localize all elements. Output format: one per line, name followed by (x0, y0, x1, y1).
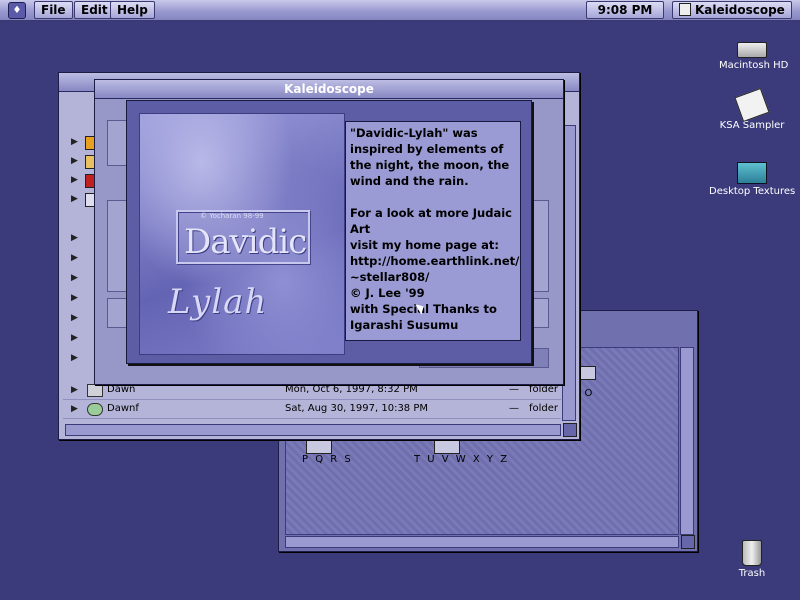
item-label-tuvwxyz: T U V W X Y Z (414, 454, 510, 465)
kaleidoscope-title-bar[interactable]: Kaleidoscope (95, 80, 563, 99)
vertical-scrollbar[interactable] (562, 125, 576, 421)
row-name: Dawnf (107, 403, 139, 414)
desktop-icon-desktop-textures[interactable]: Desktop Textures (706, 162, 799, 197)
menu-bar: ♦ File Edit Help 9:08 PM Kaleidoscope (0, 0, 800, 21)
desktop-icon-macintosh-hd[interactable]: Macintosh HD (716, 42, 792, 71)
resize-grip-icon[interactable] (563, 423, 577, 437)
desktop-icon-label: Desktop Textures (706, 186, 799, 197)
horizontal-scrollbar[interactable] (285, 536, 679, 548)
menu-file[interactable]: File (34, 1, 73, 19)
menu-edit[interactable]: Edit (74, 1, 115, 19)
kaleidoscope-app-icon (679, 3, 691, 16)
about-text-panel: "Davidic-Lylah" was inspired by elements… (345, 121, 521, 341)
disclosure-triangle-icon[interactable]: ▶ (71, 293, 78, 303)
desktop-icon-trash[interactable]: Trash (728, 540, 776, 579)
menu-clock[interactable]: 9:08 PM (586, 1, 664, 19)
disclosure-triangle-icon[interactable]: ▶ (71, 400, 78, 418)
folder-icon (434, 440, 460, 454)
desktop-icon-label: Macintosh HD (716, 60, 792, 71)
about-line: Art (350, 222, 371, 236)
vertical-scrollbar[interactable] (680, 347, 694, 535)
document-icon (734, 87, 770, 123)
file-list: ▶ Dawn Mon, Oct 6, 1997, 8:32 PM — folde… (63, 381, 561, 419)
resize-grip-icon[interactable] (681, 535, 695, 549)
row-size: — (509, 403, 519, 414)
davidic-lylah-splash-image: © Yocharan 98-99 Davidic Lylah (139, 113, 345, 355)
about-line[interactable]: ~stellar808/ (350, 269, 520, 285)
application-menu[interactable]: Kaleidoscope (672, 1, 792, 19)
disclosure-triangle-icon[interactable]: ▶ (71, 156, 78, 166)
folder-icon (306, 440, 332, 454)
horizontal-scrollbar[interactable] (65, 424, 561, 436)
folder-icon (737, 162, 767, 184)
about-line: Igarashi Susumu (350, 318, 459, 332)
hard-drive-icon (737, 42, 767, 58)
list-row[interactable]: ▶ Dawnf Sat, Aug 30, 1997, 10:38 PM — fo… (63, 400, 561, 419)
about-line: the night, the moon, the (350, 158, 510, 172)
disclosure-triangle-icon[interactable]: ▶ (71, 313, 78, 323)
about-line: visit my home page at: (350, 238, 499, 252)
item-label-pqrs: P Q R S (302, 454, 353, 465)
folder-icon (87, 384, 103, 397)
application-menu-label: Kaleidoscope (695, 3, 785, 17)
disclosure-triangle-icon[interactable]: ▶ (71, 273, 78, 283)
disclosure-triangle-icon[interactable]: ▶ (71, 175, 78, 185)
disclosure-triangle-icon[interactable]: ▶ (71, 233, 78, 243)
disclosure-triangle-icon[interactable]: ▶ (71, 253, 78, 263)
about-line: For a look at more Judaic (350, 206, 512, 220)
desktop-icon-ksa-sampler[interactable]: KSA Sampler (716, 87, 788, 131)
about-line: © J. Lee '99 (350, 286, 425, 300)
row-kind: folder (529, 403, 559, 414)
splash-credit: © Yocharan 98-99 (200, 212, 264, 220)
about-line: wind and the rain. (350, 174, 469, 188)
about-line (350, 189, 520, 205)
splash-title-lylah: Lylah (168, 282, 268, 322)
about-line: with Special Thanks to (350, 302, 497, 316)
disclosure-triangle-icon[interactable]: ▶ (71, 353, 78, 363)
disclosure-triangle-icon[interactable]: ▶ (71, 137, 78, 147)
trash-icon (742, 540, 762, 566)
apple-menu-icon[interactable]: ♦ (8, 2, 26, 19)
about-line[interactable]: http://home.earthlink.net/ (350, 253, 520, 269)
about-line: inspired by elements of (350, 142, 504, 156)
desktop-icon-label: KSA Sampler (716, 120, 788, 131)
row-date: Sat, Aug 30, 1997, 10:38 PM (285, 403, 429, 414)
disclosure-triangle-icon[interactable]: ▶ (71, 194, 78, 204)
about-dialog: © Yocharan 98-99 Davidic Lylah "Davidic-… (126, 100, 532, 364)
menu-help[interactable]: Help (110, 1, 155, 19)
app-icon (87, 403, 103, 416)
disclosure-triangle-icon[interactable]: ▶ (71, 381, 78, 399)
splash-title-davidic: Davidic (184, 222, 307, 262)
disclosure-triangle-icon[interactable]: ▶ (71, 333, 78, 343)
desktop-icon-label: Trash (735, 568, 769, 579)
about-line: "Davidic-Lylah" was (350, 126, 478, 140)
